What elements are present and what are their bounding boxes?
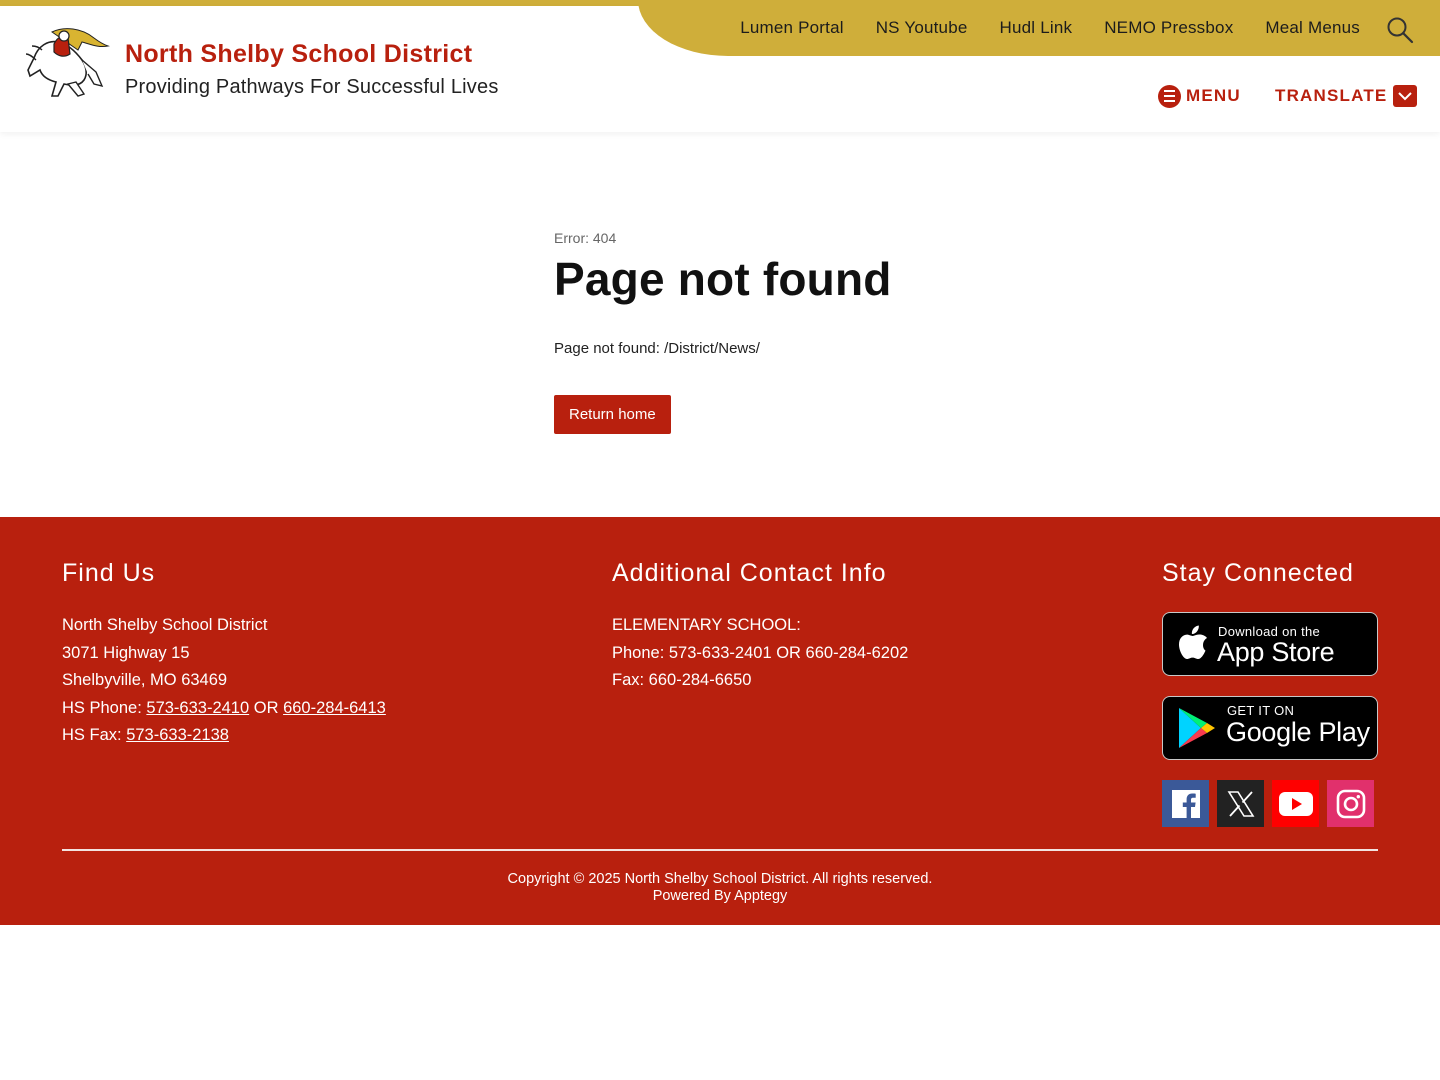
site-tagline: Providing Pathways For Successful Lives <box>125 76 499 98</box>
chevron-down-icon <box>1393 85 1418 107</box>
menu-label: MENU <box>1186 86 1241 105</box>
hs-phone-link-2[interactable]: 660-284-6413 <box>283 699 386 717</box>
hamburger-icon <box>1158 84 1181 108</box>
youtube-icon[interactable] <box>1272 780 1319 827</box>
elementary-phone: Phone: 573-633-2401 OR 660-284-6202 <box>612 643 909 662</box>
elementary-label: ELEMENTARY SCHOOL: <box>612 616 801 634</box>
utility-link-lumen-portal[interactable]: Lumen Portal <box>740 18 844 38</box>
google-play-small-text: GET IT ON <box>1227 703 1295 718</box>
stay-connected-heading: Stay Connected <box>1162 559 1354 587</box>
menu-button[interactable]: MENU <box>1158 84 1241 108</box>
page-title: Page not found <box>554 253 892 305</box>
utility-link-nemo-pressbox[interactable]: NEMO Pressbox <box>1104 18 1233 38</box>
search-icon[interactable] <box>1386 16 1414 44</box>
hs-phone-or: OR <box>249 698 284 717</box>
hs-fax-line: HS Fax: 573-633-2138 <box>62 722 386 750</box>
footer-contact: Additional Contact Info ELEMENTARY SCHOO… <box>612 559 908 695</box>
hs-phone-line: HS Phone: 573-633-2410 OR 660-284-6413 <box>62 695 386 723</box>
app-store-big-text: App Store <box>1217 637 1335 667</box>
apple-icon <box>1179 625 1207 659</box>
error-code: Error: 404 <box>554 230 617 246</box>
utility-link-ns-youtube[interactable]: NS Youtube <box>876 18 968 38</box>
app-store-badge[interactable]: Download on the App Store <box>1162 612 1378 676</box>
google-play-icon <box>1179 708 1215 748</box>
elementary-fax: Fax: 660-284-6650 <box>612 671 752 689</box>
address-line-1: 3071 Highway 15 <box>62 643 190 662</box>
hs-fax-label: HS Fax: <box>62 726 127 744</box>
facebook-icon[interactable] <box>1162 780 1209 827</box>
translate-button[interactable]: TRANSLATE <box>1275 84 1418 108</box>
site-title[interactable]: North Shelby School District <box>125 40 472 69</box>
district-name: North Shelby School District <box>62 616 268 634</box>
utility-link-meal-menus[interactable]: Meal Menus <box>1265 18 1360 38</box>
translate-label: TRANSLATE <box>1275 86 1388 105</box>
utility-nav: Lumen Portal NS Youtube Hudl Link NEMO P… <box>740 0 1360 56</box>
footer-stay-connected: Stay Connected Download on the App Store… <box>1162 559 1378 827</box>
powered-by-link[interactable]: Powered By Apptegy <box>0 888 1440 905</box>
address-line-2: Shelbyville, MO 63469 <box>62 671 228 689</box>
hs-phone-link-1[interactable]: 573-633-2410 <box>146 699 249 717</box>
contact-heading: Additional Contact Info <box>612 559 887 587</box>
return-home-button[interactable]: Return home <box>554 395 671 434</box>
google-play-big-text: Google Play <box>1226 717 1370 747</box>
district-logo[interactable] <box>24 24 110 100</box>
utility-bar: Lumen Portal NS Youtube Hudl Link NEMO P… <box>638 0 1440 56</box>
hs-phone-label: HS Phone: <box>62 698 147 717</box>
x-icon[interactable] <box>1217 780 1264 827</box>
copyright-block: Copyright © 2025 North Shelby School Dis… <box>0 871 1440 905</box>
social-links <box>1162 780 1378 827</box>
find-us-heading: Find Us <box>62 559 156 587</box>
utility-link-hudl[interactable]: Hudl Link <box>1000 18 1073 38</box>
footer-find-us: Find Us North Shelby School District 307… <box>62 559 386 750</box>
main-content: Error: 404 Page not found Page not found… <box>554 230 1154 434</box>
copyright-text: Copyright © 2025 North Shelby School Dis… <box>507 871 933 887</box>
google-play-badge[interactable]: GET IT ON Google Play <box>1162 696 1378 760</box>
error-message: Page not found: /District/News/ <box>554 340 760 357</box>
site-footer: Find Us North Shelby School District 307… <box>0 517 1440 925</box>
instagram-icon[interactable] <box>1327 780 1374 827</box>
hs-fax-link[interactable]: 573-633-2138 <box>126 726 229 744</box>
footer-divider <box>62 849 1378 851</box>
